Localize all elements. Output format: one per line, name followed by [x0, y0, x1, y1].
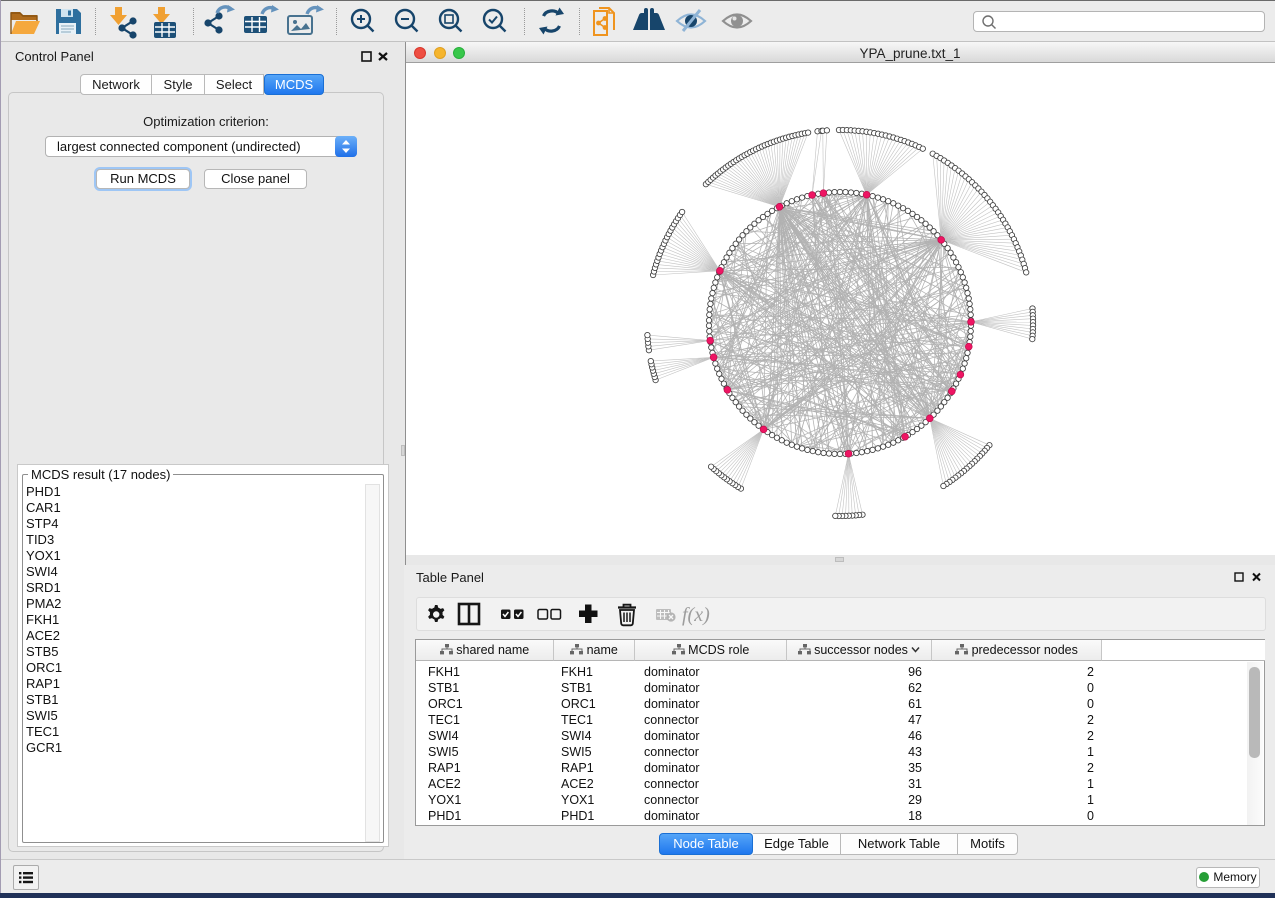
svg-text:f(x): f(x): [682, 604, 710, 626]
